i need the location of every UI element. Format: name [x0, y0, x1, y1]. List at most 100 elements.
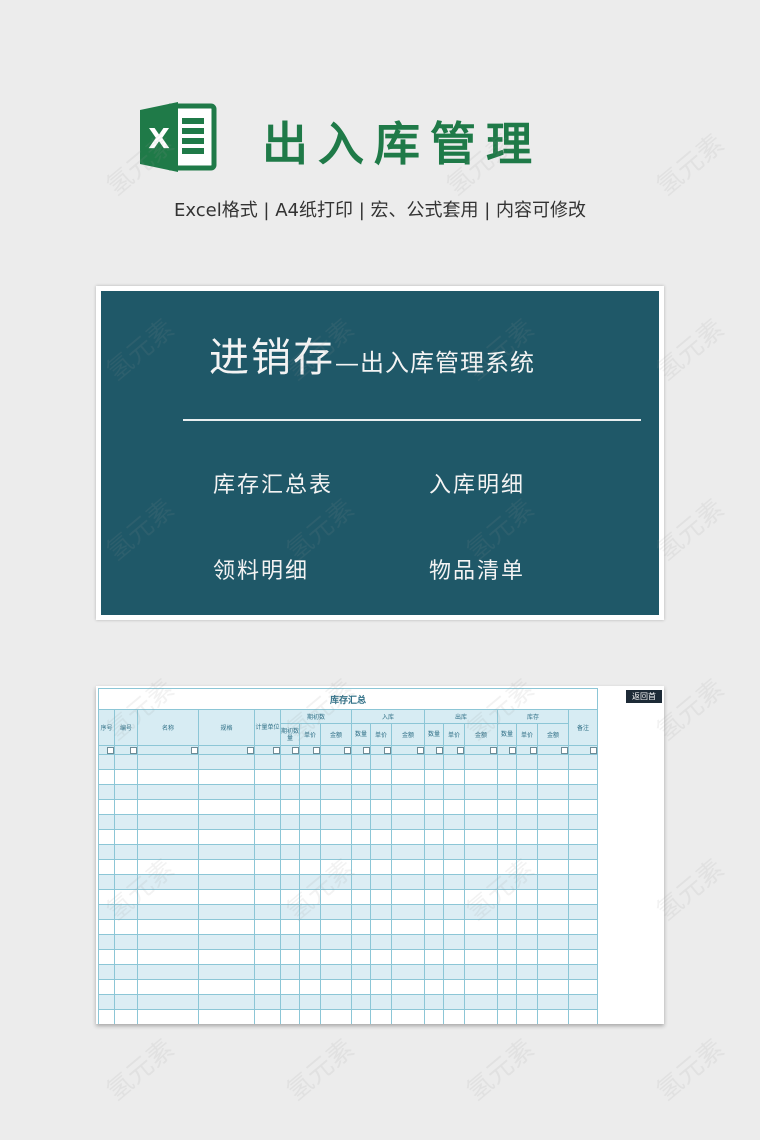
table-cell[interactable] [497, 859, 517, 875]
table-cell[interactable] [568, 859, 598, 875]
table-cell[interactable] [351, 799, 371, 815]
table-cell[interactable] [497, 1009, 517, 1024]
table-cell[interactable] [299, 964, 321, 980]
table-cell[interactable] [254, 769, 281, 785]
table-cell[interactable] [114, 844, 138, 860]
table-cell[interactable] [497, 949, 517, 965]
table-cell[interactable] [198, 814, 255, 830]
table-cell[interactable] [98, 814, 115, 830]
table-cell[interactable] [299, 784, 321, 800]
table-cell[interactable] [320, 919, 352, 935]
table-cell[interactable] [280, 829, 300, 845]
table-cell[interactable] [98, 904, 115, 920]
table-cell[interactable] [516, 904, 538, 920]
table-cell[interactable] [280, 874, 300, 890]
table-cell[interactable] [137, 979, 199, 995]
table-cell[interactable] [254, 979, 281, 995]
table-cell[interactable] [391, 919, 425, 935]
table-cell[interactable] [114, 814, 138, 830]
table-cell[interactable] [198, 844, 255, 860]
table-cell[interactable] [443, 844, 465, 860]
table-cell[interactable] [114, 859, 138, 875]
table-cell[interactable] [424, 769, 444, 785]
table-cell[interactable] [568, 769, 598, 785]
table-cell[interactable] [424, 784, 444, 800]
table-cell[interactable] [320, 799, 352, 815]
table-cell[interactable] [568, 889, 598, 905]
table-cell[interactable] [254, 784, 281, 800]
table-cell[interactable] [114, 784, 138, 800]
table-cell[interactable] [391, 1009, 425, 1024]
table-cell[interactable] [443, 904, 465, 920]
table-cell[interactable] [424, 994, 444, 1010]
table-cell[interactable] [537, 784, 569, 800]
table-cell[interactable] [443, 1009, 465, 1024]
table-cell[interactable] [370, 874, 392, 890]
table-cell[interactable] [198, 754, 255, 770]
filter-dropdown-icon[interactable] [509, 746, 516, 754]
menu-item-goods-list[interactable]: 物品清单 [429, 553, 525, 585]
table-cell[interactable] [568, 979, 598, 995]
table-cell[interactable] [424, 904, 444, 920]
table-cell[interactable] [497, 934, 517, 950]
table-cell[interactable] [351, 829, 371, 845]
table-cell[interactable] [280, 859, 300, 875]
table-cell[interactable] [516, 814, 538, 830]
table-cell[interactable] [137, 769, 199, 785]
table-cell[interactable] [280, 994, 300, 1010]
table-cell[interactable] [280, 889, 300, 905]
table-cell[interactable] [320, 874, 352, 890]
table-cell[interactable] [391, 859, 425, 875]
filter-dropdown-icon[interactable] [530, 746, 537, 754]
filter-dropdown-icon[interactable] [292, 746, 299, 754]
table-cell[interactable] [137, 859, 199, 875]
table-cell[interactable] [198, 859, 255, 875]
table-cell[interactable] [537, 754, 569, 770]
table-cell[interactable] [391, 964, 425, 980]
table-cell[interactable] [464, 1009, 498, 1024]
table-cell[interactable] [98, 769, 115, 785]
table-cell[interactable] [198, 934, 255, 950]
filter-dropdown-icon[interactable] [130, 746, 137, 754]
table-cell[interactable] [114, 994, 138, 1010]
table-cell[interactable] [391, 994, 425, 1010]
table-cell[interactable] [537, 1009, 569, 1024]
table-cell[interactable] [320, 814, 352, 830]
table-cell[interactable] [537, 769, 569, 785]
table-cell[interactable] [537, 844, 569, 860]
table-cell[interactable] [497, 754, 517, 770]
table-cell[interactable] [497, 874, 517, 890]
table-cell[interactable] [320, 994, 352, 1010]
table-cell[interactable] [254, 799, 281, 815]
table-cell[interactable] [537, 934, 569, 950]
table-cell[interactable] [537, 964, 569, 980]
menu-item-material-detail[interactable]: 领料明细 [213, 553, 309, 585]
table-cell[interactable] [497, 919, 517, 935]
table-cell[interactable] [137, 964, 199, 980]
table-cell[interactable] [516, 844, 538, 860]
table-cell[interactable] [568, 799, 598, 815]
table-cell[interactable] [464, 994, 498, 1010]
table-cell[interactable] [568, 994, 598, 1010]
table-cell[interactable] [370, 979, 392, 995]
table-cell[interactable] [391, 754, 425, 770]
table-cell[interactable] [370, 994, 392, 1010]
table-cell[interactable] [351, 769, 371, 785]
filter-dropdown-icon[interactable] [247, 746, 254, 754]
table-cell[interactable] [299, 874, 321, 890]
table-cell[interactable] [320, 904, 352, 920]
filter-dropdown-icon[interactable] [273, 746, 280, 754]
table-cell[interactable] [370, 844, 392, 860]
table-cell[interactable] [391, 844, 425, 860]
table-cell[interactable] [198, 1009, 255, 1024]
table-cell[interactable] [424, 1009, 444, 1024]
table-cell[interactable] [98, 979, 115, 995]
table-cell[interactable] [497, 829, 517, 845]
table-cell[interactable] [568, 814, 598, 830]
table-cell[interactable] [254, 859, 281, 875]
table-cell[interactable] [443, 994, 465, 1010]
table-cell[interactable] [114, 829, 138, 845]
table-cell[interactable] [299, 934, 321, 950]
table-cell[interactable] [351, 934, 371, 950]
table-cell[interactable] [464, 844, 498, 860]
